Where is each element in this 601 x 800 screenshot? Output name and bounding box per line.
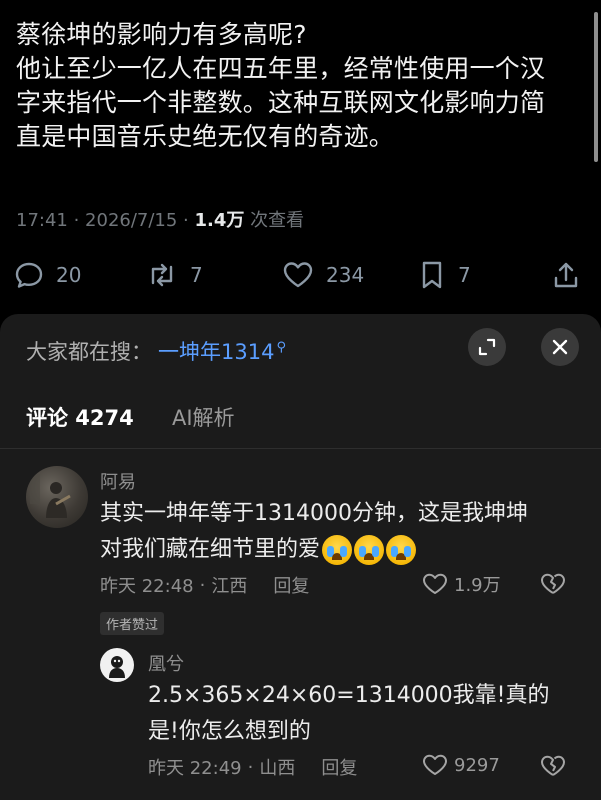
post-timestamp: 17:41 · 2026/7/15 · — [16, 210, 189, 231]
post-line: 直是中国音乐史绝无仅有的奇迹。 — [16, 122, 395, 151]
reply-count: 20 — [56, 263, 82, 287]
post: 蔡徐坤的影响力有多高呢? 他让至少一亿人在四五年里，经常性使用一个汉 字来指代一… — [0, 0, 601, 322]
crying-face-emoji — [354, 535, 385, 565]
expand-button[interactable] — [468, 328, 506, 366]
close-icon — [552, 339, 568, 355]
post-text: 蔡徐坤的影响力有多高呢? 他让至少一亿人在四五年里，经常性使用一个汉 字来指代一… — [16, 18, 576, 154]
trending-search: 大家都在搜： 一坤年1314 ⚲ — [26, 336, 286, 366]
comment-line: 对我们藏在细节里的爱 — [100, 537, 321, 562]
comment-time: 昨天 22:49 — [148, 758, 242, 779]
repost-count: 7 — [190, 263, 203, 287]
post-meta: 17:41 · 2026/7/15 · 1.4万 次查看 — [16, 206, 304, 232]
comment-like-button[interactable]: 9297 — [422, 753, 500, 777]
view-count: 1.4万 — [194, 210, 245, 231]
view-label: 次查看 — [250, 210, 305, 231]
comment-line: 其实一坤年等于1314000分钟，这是我坤坤 — [100, 501, 528, 526]
comment-line: 是!你怎么想到的 — [148, 719, 311, 744]
commenter-name[interactable]: 阿易 — [100, 468, 136, 494]
heart-icon — [423, 754, 447, 775]
bookmark-icon — [422, 261, 442, 289]
expand-icon — [478, 338, 496, 356]
tab-comments[interactable]: 评论 4274 — [26, 402, 134, 432]
like-count: 234 — [326, 263, 365, 287]
broken-heart-icon — [541, 573, 565, 594]
comment-like-count: 1.9万 — [454, 575, 501, 596]
comment-footer: 昨天 22:48 · 江西 回复 — [100, 572, 309, 598]
avatar-photo — [109, 656, 125, 678]
comment-line: 2.5×365×24×60=1314000我靠!真的 — [148, 683, 550, 708]
comment-footer: 昨天 22:49 · 山西 回复 — [148, 754, 357, 780]
search-prefix: 大家都在搜： — [26, 340, 152, 364]
avatar[interactable] — [100, 648, 134, 682]
bookmark-count: 7 — [458, 263, 471, 287]
heart-icon — [423, 573, 447, 594]
post-line: 他让至少一亿人在四五年里，经常性使用一个汉 — [16, 54, 546, 83]
repost-button[interactable]: 7 — [146, 258, 203, 292]
scrollbar-thumb[interactable] — [594, 12, 598, 162]
dislike-button[interactable] — [540, 754, 566, 782]
share-icon — [554, 262, 578, 288]
separator-dot: · — [247, 756, 254, 778]
comment-like-count: 9297 — [454, 754, 500, 776]
comment-text: 其实一坤年等于1314000分钟，这是我坤坤 对我们藏在细节里的爱 — [100, 496, 528, 568]
comment-line-2: 对我们藏在细节里的爱 — [100, 532, 528, 568]
avatar[interactable] — [26, 466, 88, 528]
author-liked-badge: 作者赞过 — [100, 612, 165, 635]
action-bar: 20 7 234 7 — [14, 258, 586, 292]
dislike-button[interactable] — [540, 572, 566, 600]
post-line: 蔡徐坤的影响力有多高呢? — [16, 20, 307, 49]
close-button[interactable] — [541, 328, 579, 366]
comment-sheet: 大家都在搜： 一坤年1314 ⚲ 评论 4274 AI解析 阿易 其实一坤年等于13… — [0, 314, 601, 800]
post-line: 字来指代一个非整数。这种互联网文化影响力简 — [16, 88, 546, 117]
avatar-photo — [30, 474, 71, 518]
bookmark-button[interactable]: 7 — [418, 258, 471, 292]
share-button[interactable] — [552, 258, 580, 292]
crying-face-emoji — [386, 535, 417, 565]
tab-ai-analysis[interactable]: AI解析 — [172, 402, 235, 432]
comment-like-button[interactable]: 1.9万 — [422, 571, 501, 597]
comment-time: 昨天 22:48 — [100, 576, 194, 597]
separator-dot: · — [199, 574, 206, 596]
speech-bubble-icon — [15, 262, 43, 288]
repost-arrows-icon — [151, 263, 173, 287]
search-keyword-link[interactable]: 一坤年1314 — [158, 340, 274, 364]
commenter-name[interactable]: 凰兮 — [148, 650, 184, 676]
search-icon: ⚲ — [276, 340, 286, 355]
reply-button[interactable]: 20 — [14, 258, 81, 292]
comment-text: 2.5×365×24×60=1314000我靠!真的 是!你怎么想到的 — [148, 678, 550, 750]
divider — [0, 448, 601, 449]
like-button[interactable]: 234 — [282, 258, 364, 292]
heart-icon — [283, 262, 313, 288]
reply-link[interactable]: 回复 — [273, 572, 309, 598]
crying-face-emoji — [322, 535, 353, 565]
broken-heart-icon — [541, 755, 565, 776]
comment-location: 江西 — [211, 576, 248, 597]
comment-location: 山西 — [259, 758, 296, 779]
reply-link[interactable]: 回复 — [321, 754, 357, 780]
